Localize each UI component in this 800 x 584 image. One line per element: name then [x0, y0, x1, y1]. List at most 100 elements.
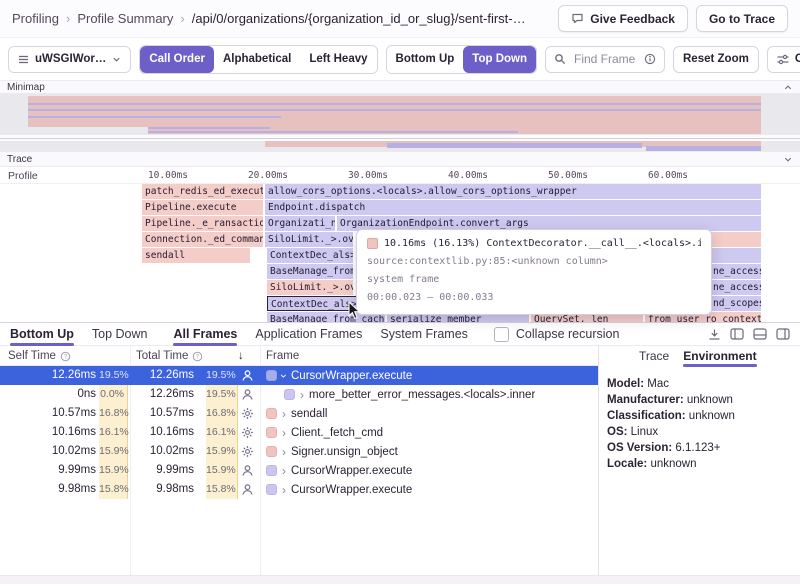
frame-table-row[interactable]: 9.99ms15.9%9.99ms15.9%›CursorWrapper.exe… — [0, 461, 598, 480]
find-frames-search[interactable] — [545, 46, 665, 73]
flame-frame[interactable]: Pipeline._e_ransaction — [142, 216, 263, 231]
thread-selector-dropdown[interactable]: uWSGIWor… — [8, 46, 131, 73]
view-mode-top-down[interactable]: Top Down — [463, 46, 536, 73]
self-time-value: 10.57ms — [0, 404, 96, 423]
color-coding-dropdown[interactable]: Color Coding — [767, 46, 800, 73]
sort-mode-left-heavy[interactable]: Left Heavy — [300, 46, 376, 73]
chevron-right-icon[interactable]: › — [282, 465, 286, 477]
flame-frame[interactable]: SiloLimit._>.over — [265, 232, 353, 247]
chevron-down-icon[interactable] — [783, 155, 793, 164]
frame-table-row[interactable]: 10.02ms15.9%10.02ms15.9%›Signer.unsign_o… — [0, 442, 598, 461]
flame-frame[interactable]: sendall — [142, 248, 250, 263]
sort-descending-icon[interactable]: ↓ — [238, 346, 244, 366]
self-time-percent: 19.5% — [99, 366, 128, 385]
frame-color-swatch — [266, 446, 277, 457]
chevron-right-icon[interactable]: › — [300, 389, 304, 401]
flame-frame[interactable]: nd_scopes — [710, 296, 761, 311]
find-frames-input[interactable] — [572, 51, 638, 67]
horizontal-scrollbar[interactable] — [0, 575, 800, 584]
frame-column-header[interactable]: Frame — [266, 346, 299, 366]
bottom-panel: Bottom Up Top Down All Frames Application … — [0, 322, 800, 584]
chevron-right-icon[interactable]: › — [282, 484, 286, 496]
flame-frame[interactable] — [710, 232, 761, 247]
tab-bottom-up[interactable]: Bottom Up — [10, 323, 74, 345]
total-time-value: 9.98ms — [128, 480, 194, 499]
reset-zoom-button[interactable]: Reset Zoom — [673, 46, 759, 73]
chevron-right-icon[interactable]: › — [282, 408, 286, 420]
tooltip-source: source:contextlib.py:85:<unknown column> — [367, 256, 701, 267]
flame-frame[interactable]: Pipeline.execute — [142, 200, 263, 215]
total-time-percent: 15.9% — [206, 461, 238, 480]
self-time-column-header[interactable]: Self Time ? — [8, 346, 71, 366]
flame-frame[interactable]: ContextDec_als>.i — [267, 248, 353, 263]
flame-frame[interactable]: SiloLimit._>.over — [267, 280, 353, 295]
go-to-trace-label: Go to Trace — [709, 12, 775, 26]
frame-color-swatch — [266, 408, 277, 419]
flame-frame[interactable]: ne_access — [710, 280, 761, 295]
flame-frame[interactable]: allow_cors_options.<locals>.allow_cors_o… — [265, 184, 761, 199]
frame-table-row[interactable]: 10.16ms16.1%10.16ms16.1%›Client._fetch_c… — [0, 423, 598, 442]
tab-all-frames[interactable]: All Frames — [173, 323, 237, 345]
question-circle-icon: ? — [192, 351, 203, 362]
feedback-icon — [571, 12, 584, 25]
collapse-recursion-option[interactable]: Collapse recursion — [494, 323, 620, 345]
collapse-recursion-checkbox[interactable] — [494, 327, 509, 342]
ruler-tick: 30.00ms — [330, 170, 388, 181]
dock-left-icon[interactable] — [730, 328, 744, 340]
application-frame-icon — [241, 464, 254, 477]
tab-environment[interactable]: Environment — [683, 346, 756, 366]
flame-frame[interactable]: ne_access — [710, 264, 761, 279]
view-mode-bottom-up[interactable]: Bottom Up — [387, 46, 464, 73]
frame-cell: › sendall — [266, 404, 598, 423]
minimap-canvas[interactable] — [0, 94, 800, 151]
thread-selector-label: uWSGIWor… — [35, 53, 106, 65]
chevron-up-icon[interactable] — [783, 83, 793, 92]
frame-name: Client._fetch_cmd — [291, 427, 383, 439]
environment-field-os-version: OS Version: 6.1.123+ — [607, 440, 800, 456]
give-feedback-button[interactable]: Give Feedback — [558, 5, 688, 32]
self-time-percent: 15.9% — [99, 461, 128, 480]
frame-name: sendall — [291, 408, 327, 420]
view-direction-segmented-control: Bottom UpTop Down — [386, 45, 537, 74]
frame-table-row[interactable]: 0ns0.0%12.26ms19.5%›more_better_error_me… — [0, 385, 598, 404]
self-time-value: 9.99ms — [0, 461, 96, 480]
chevron-right-icon[interactable]: › — [282, 427, 286, 439]
chevron-down-icon[interactable]: › — [278, 374, 290, 378]
total-time-column-header[interactable]: Total Time ? — [136, 346, 203, 366]
frame-table-row[interactable]: 10.57ms16.8%10.57ms16.8%›sendall — [0, 404, 598, 423]
flame-frame[interactable]: BaseManage_from_c — [267, 264, 353, 279]
chevron-right-icon[interactable]: › — [282, 446, 286, 458]
sort-mode-call-order[interactable]: Call Order — [140, 46, 214, 73]
color-coding-label: Color Coding — [795, 53, 800, 65]
frame-table-row[interactable]: 12.26ms19.5%12.26ms19.5%›CursorWrapper.e… — [0, 366, 598, 385]
view-tabs: Bottom Up Top Down — [10, 323, 147, 345]
frame-name: Signer.unsign_object — [291, 446, 398, 458]
breadcrumb-item-profiling[interactable]: Profiling — [12, 11, 59, 26]
trace-section-header[interactable]: Trace — [0, 151, 800, 167]
minimap-block — [28, 122, 148, 127]
frame-color-swatch — [266, 484, 277, 495]
sort-mode-alphabetical[interactable]: Alphabetical — [214, 46, 300, 73]
tab-trace[interactable]: Trace — [639, 346, 669, 366]
tab-top-down[interactable]: Top Down — [92, 323, 148, 345]
dock-bottom-icon[interactable] — [753, 328, 767, 340]
breadcrumb-item--api-0-organizat: /api/0/organizations/{organization_id_or… — [192, 11, 526, 26]
frame-stacks-tabbar: Bottom Up Top Down All Frames Application … — [0, 323, 800, 346]
flame-frame[interactable] — [710, 248, 761, 263]
breadcrumb-item-profile-summary[interactable]: Profile Summary — [77, 11, 173, 26]
flame-frame[interactable]: Organizati_nvert_args — [265, 216, 335, 231]
dock-right-icon[interactable] — [776, 328, 790, 340]
flame-frame[interactable]: Connection._ed_command — [142, 232, 263, 247]
flame-frame[interactable]: patch_redis_ed_execute — [142, 184, 263, 199]
flame-frame[interactable]: Endpoint.dispatch — [265, 200, 761, 215]
tab-system-frames[interactable]: System Frames — [380, 323, 468, 345]
frame-table-row[interactable]: 9.98ms15.8%9.98ms15.8%›CursorWrapper.exe… — [0, 480, 598, 499]
tab-application-frames[interactable]: Application Frames — [255, 323, 362, 345]
total-time-percent: 16.8% — [206, 404, 238, 423]
question-circle-icon: ? — [60, 351, 71, 362]
total-time-value: 10.57ms — [128, 404, 194, 423]
minimap-section-header[interactable]: Minimap — [0, 80, 800, 94]
frame-color-swatch — [284, 389, 295, 400]
go-to-trace-button[interactable]: Go to Trace — [696, 5, 788, 32]
download-icon[interactable] — [708, 328, 721, 341]
